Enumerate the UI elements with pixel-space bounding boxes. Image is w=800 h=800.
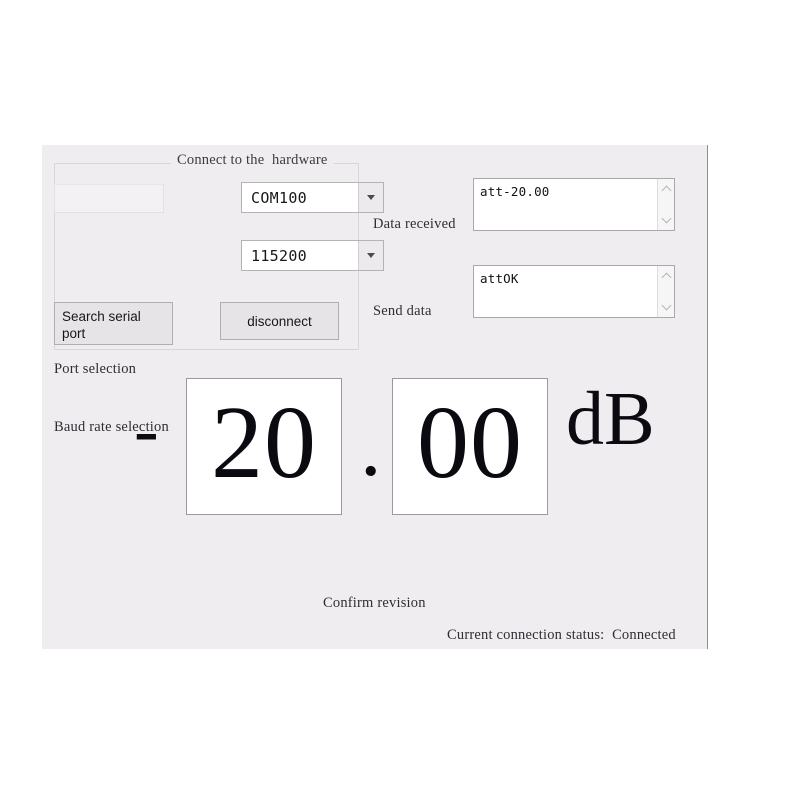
chevron-up-icon[interactable] bbox=[662, 185, 671, 194]
disconnect-button[interactable]: disconnect bbox=[220, 302, 339, 340]
port-selection-value: COM100 bbox=[251, 188, 307, 207]
baud-rate-selection-combobox[interactable]: 115200 bbox=[241, 240, 384, 271]
application-window: Connect to the hardware COM100 Port sele… bbox=[42, 145, 708, 649]
search-serial-port-button-line2: port bbox=[62, 326, 86, 341]
attenuation-integer-value: 20 bbox=[211, 384, 317, 500]
chevron-down-icon[interactable] bbox=[662, 302, 671, 311]
send-data-label: Send data bbox=[373, 303, 432, 319]
connection-status-text: Current connection status: Connected bbox=[447, 627, 676, 643]
chevron-up-icon[interactable] bbox=[662, 272, 671, 281]
attenuation-fraction-value: 00 bbox=[417, 384, 523, 500]
search-serial-port-button-line1: Search serial bbox=[62, 309, 141, 324]
attenuation-unit-label: dB bbox=[566, 377, 655, 461]
disconnect-button-label: disconnect bbox=[247, 313, 312, 329]
search-serial-port-button[interactable]: Search serial port bbox=[54, 302, 173, 345]
send-data-value: attOK bbox=[480, 271, 519, 286]
baud-rate-selection-label: Baud rate selection bbox=[54, 419, 169, 435]
chevron-down-icon[interactable] bbox=[358, 241, 383, 270]
port-selection-combobox[interactable]: COM100 bbox=[241, 182, 384, 213]
chevron-down-icon[interactable] bbox=[662, 215, 671, 224]
send-data-textarea[interactable]: attOK bbox=[473, 265, 675, 318]
attenuation-decimal-separator: . bbox=[360, 398, 382, 494]
chevron-down-icon[interactable] bbox=[358, 183, 383, 212]
attenuation-integer-input[interactable]: 20 bbox=[186, 378, 342, 515]
confirm-revision-button[interactable]: Confirm revision bbox=[323, 595, 426, 612]
send-data-scrollbar[interactable] bbox=[657, 266, 674, 317]
connect-to-hardware-group-title: Connect to the hardware bbox=[171, 152, 334, 169]
port-selection-label: Port selection bbox=[54, 361, 137, 377]
data-received-scrollbar[interactable] bbox=[657, 179, 674, 230]
port-name-display-field bbox=[54, 184, 164, 213]
data-received-value: att-20.00 bbox=[480, 184, 550, 199]
baud-rate-selection-value: 115200 bbox=[251, 246, 307, 265]
data-received-label: Data received bbox=[373, 216, 456, 232]
attenuation-fraction-input[interactable]: 00 bbox=[392, 378, 548, 515]
data-received-textarea[interactable]: att-20.00 bbox=[473, 178, 675, 231]
